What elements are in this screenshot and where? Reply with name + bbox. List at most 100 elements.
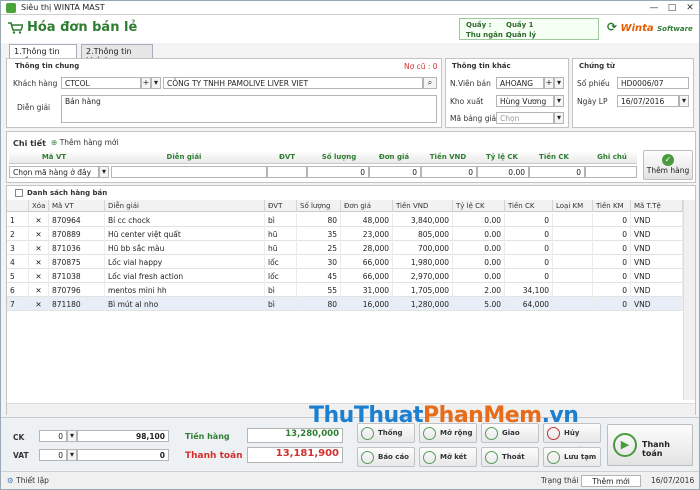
open-drawer-label: Mở két xyxy=(440,453,467,461)
cell-name: mentos mini hh xyxy=(105,283,265,297)
item-rate-input[interactable]: 0.00 xyxy=(477,166,529,178)
cell-cur: VND xyxy=(631,255,683,269)
new-item-label: Thêm hàng mới xyxy=(59,138,119,147)
customer-code-input[interactable]: CTCOL xyxy=(61,77,141,89)
report-button[interactable]: Báo cáo xyxy=(357,447,415,467)
customer-add-button[interactable]: + xyxy=(141,77,151,89)
other-info-panel: Thông tin khác N.Viên bán AHOANG + ▾ Kho… xyxy=(445,58,569,128)
voucher-date-input[interactable]: 16/07/2016 xyxy=(617,95,679,107)
settings-link[interactable]: ⚙ Thiết lập xyxy=(7,476,49,485)
cell-amount: 805,000 xyxy=(393,227,453,241)
maximize-button[interactable]: □ xyxy=(663,1,681,15)
checkout-button[interactable]: ▶ Thanh toán xyxy=(607,424,693,466)
delete-row-icon[interactable]: ✕ xyxy=(29,213,49,227)
item-code-select[interactable]: Chọn mã hàng ở đây xyxy=(9,166,99,178)
table-row[interactable]: 2 ✕ 870889 Hũ center việt quất hũ 35 23,000 805… xyxy=(7,227,683,241)
detail-col-note: Ghi chú xyxy=(597,153,627,161)
cashier-value: Quản lý xyxy=(506,31,537,39)
item-price-input[interactable]: 0 xyxy=(369,166,421,178)
detail-section: Chi tiết ⊕ Thêm hàng mới Mã VT Diễn giải… xyxy=(6,131,696,183)
cell-n: 1 xyxy=(7,213,29,227)
cell-name: Lốc vial fresh action xyxy=(105,269,265,283)
detail-title: Chi tiết xyxy=(13,139,46,148)
new-item-link[interactable]: ⊕ Thêm hàng mới xyxy=(51,138,131,147)
pricelist-dropdown-button[interactable]: ▾ xyxy=(554,112,564,124)
cell-cur: VND xyxy=(631,283,683,297)
cell-kmamt: 0 xyxy=(593,213,631,227)
cell-name: Lốc vial happy xyxy=(105,255,265,269)
customer-search-icon[interactable]: ⌕ xyxy=(423,77,437,89)
delete-row-icon[interactable]: ✕ xyxy=(29,241,49,255)
ck-rate-input[interactable]: 0 xyxy=(39,430,67,442)
staff-dropdown-button[interactable]: ▾ xyxy=(554,77,564,89)
cell-name: Bì mút al nho xyxy=(105,297,265,311)
tab-customer-info[interactable]: 2.Thông tin khách xyxy=(81,44,153,65)
col-desc: Diễn giải xyxy=(105,200,265,212)
pricelist-select[interactable]: Chọn xyxy=(496,112,554,124)
cell-unit: bì xyxy=(265,213,297,227)
cell-kmamt: 0 xyxy=(593,297,631,311)
ck-amount-input[interactable]: 98,100 xyxy=(77,430,169,442)
settings-icon: ⚙ xyxy=(7,476,14,485)
note-textarea[interactable]: Bán hàng xyxy=(61,95,437,123)
ck-rate-dropdown[interactable]: ▾ xyxy=(67,430,77,442)
customer-dropdown-button[interactable]: ▾ xyxy=(151,77,161,89)
table-row[interactable]: 6 ✕ 870796 mentos mini hh bì 55 31,000 1,705,00… xyxy=(7,283,683,297)
save-draft-label: Lưu tạm xyxy=(564,453,597,461)
staff-add-button[interactable]: + xyxy=(544,77,554,89)
staff-input[interactable]: AHOANG xyxy=(496,77,544,89)
voucher-panel: Chứng từ Số phiếu HD0006/07 Ngày LP 16/0… xyxy=(572,58,694,128)
delete-row-icon[interactable]: ✕ xyxy=(29,269,49,283)
delete-row-icon[interactable]: ✕ xyxy=(29,227,49,241)
vat-amount-input[interactable]: 0 xyxy=(77,449,169,461)
warehouse-dropdown-button[interactable]: ▾ xyxy=(554,95,564,107)
close-button[interactable]: ✕ xyxy=(681,1,699,15)
pay-total-label: Thanh toán xyxy=(185,451,243,461)
col-rate: Tỷ lệ CK xyxy=(453,200,505,212)
warehouse-select[interactable]: Hùng Vương xyxy=(496,95,554,107)
cell-price: 16,000 xyxy=(341,297,393,311)
cell-code: 870875 xyxy=(49,255,105,269)
cell-amount: 1,705,000 xyxy=(393,283,453,297)
vat-rate-dropdown[interactable]: ▾ xyxy=(67,449,77,461)
item-code-dropdown[interactable]: ▾ xyxy=(99,166,109,178)
pricelist-label: Mã bảng giá xyxy=(450,114,497,123)
expand-label: Mở rộng xyxy=(440,429,473,437)
customer-name-input[interactable]: CÔNG TY TNHH PAMOLIVE LIVER VIET xyxy=(163,77,423,89)
delete-row-icon[interactable]: ✕ xyxy=(29,283,49,297)
col-code: Mã VT xyxy=(49,200,105,212)
tab-counter-info[interactable]: 1.Thông tin quầy xyxy=(9,44,77,65)
item-note-input[interactable] xyxy=(585,166,637,178)
save-draft-button[interactable]: Lưu tạm xyxy=(543,447,601,467)
cell-unit: hũ xyxy=(265,241,297,255)
goods-total-value: 13,280,000 xyxy=(247,428,343,443)
watermark-part2: PhanMem xyxy=(423,403,542,428)
cell-unit: lốc xyxy=(265,255,297,269)
voucher-no-input[interactable]: HD0006/07 xyxy=(617,77,689,89)
exit-button[interactable]: Thoát xyxy=(481,447,539,467)
cell-km xyxy=(553,283,593,297)
date-picker-button[interactable]: ▾ xyxy=(679,95,689,107)
delete-row-icon[interactable]: ✕ xyxy=(29,255,49,269)
table-row[interactable]: 7 ✕ 871180 Bì mút al nho bì 80 16,000 1,280,000… xyxy=(7,297,683,311)
table-row[interactable]: 3 ✕ 871036 Hũ bb sắc màu hũ 25 28,000 700,000 0.… xyxy=(7,241,683,255)
item-qty-input[interactable]: 0 xyxy=(307,166,369,178)
title-bar: Siêu thị WINTA MAST — □ ✕ xyxy=(1,1,699,15)
exit-label: Thoát xyxy=(502,453,525,461)
vat-rate-input[interactable]: 0 xyxy=(39,449,67,461)
delete-row-icon[interactable]: ✕ xyxy=(29,297,49,311)
vertical-scrollbar[interactable] xyxy=(683,200,695,400)
minimize-button[interactable]: — xyxy=(645,1,663,15)
item-desc-input[interactable] xyxy=(111,166,267,178)
table-row[interactable]: 5 ✕ 871038 Lốc vial fresh action lốc 45 66,000… xyxy=(7,269,683,283)
table-row[interactable]: 4 ✕ 870875 Lốc vial happy lốc 30 66,000 1,980,0… xyxy=(7,255,683,269)
cell-unit: bì xyxy=(265,297,297,311)
open-drawer-button[interactable]: Mở két xyxy=(419,447,477,467)
add-item-button[interactable]: ✓ Thêm hàng xyxy=(643,150,693,180)
table-row[interactable]: 1 ✕ 870964 Bí cc chock bì 80 48,000 3,840,000 0.… xyxy=(7,213,683,227)
item-disc-input[interactable]: 0 xyxy=(529,166,585,178)
item-unit-input[interactable] xyxy=(267,166,307,178)
collapse-toggle-icon[interactable] xyxy=(15,189,23,197)
cell-cur: VND xyxy=(631,227,683,241)
item-amount-input[interactable]: 0 xyxy=(421,166,477,178)
